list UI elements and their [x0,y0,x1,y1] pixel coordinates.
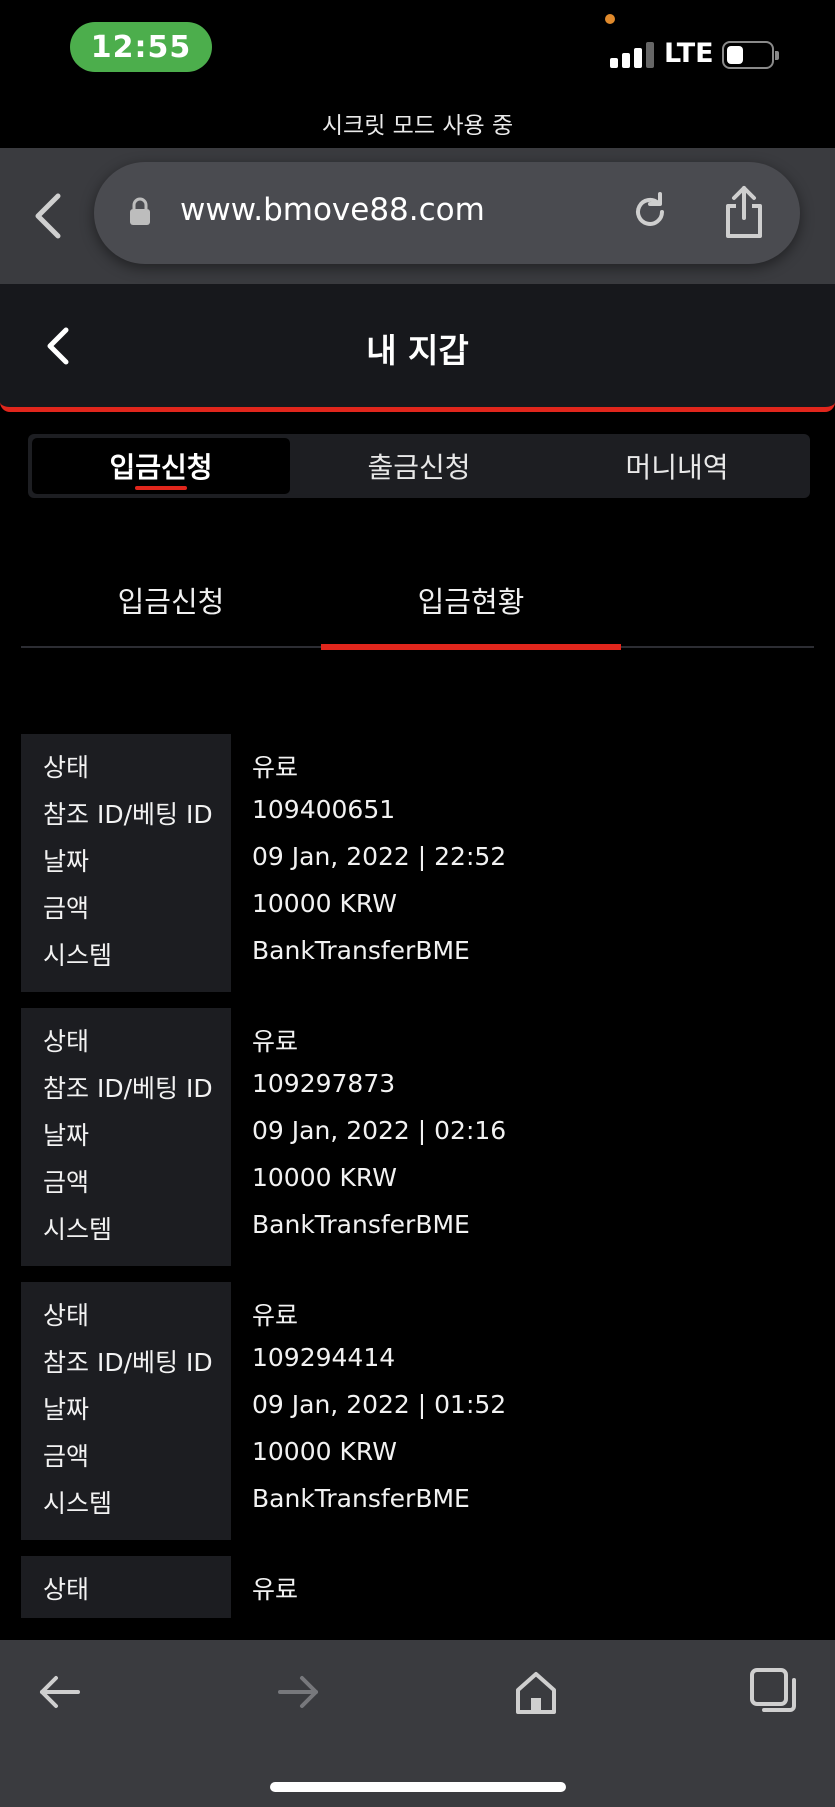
reload-icon[interactable] [628,190,672,234]
arrow-left-icon[interactable] [32,1664,88,1720]
subtab-label: 입금신청 [117,585,225,619]
url-field[interactable]: www.bmove88.com [94,162,800,264]
ref-id-value: 109297873 [252,1069,396,1098]
tab-withdraw-request[interactable]: 출금신청 [290,438,548,494]
ref-id-label: 참조 ID/베팅 ID [43,1348,213,1377]
date-value: 09 Jan, 2022 | 02:16 [252,1116,507,1145]
signal-icon [610,42,656,68]
status-label: 상태 [43,1575,90,1604]
deposit-record: 상태 유료 참조 ID/베팅 ID 109297873 날짜 09 Jan, 2… [21,1008,814,1266]
system-label: 시스템 [43,1215,113,1244]
app-header: 내 지갑 [0,284,835,412]
amount-value: 10000 KRW [252,1437,397,1466]
status-value: 유료 [252,1027,299,1056]
tab-label: 머니내역 [625,451,729,484]
record-row-ref-id: 참조 ID/베팅 ID 109400651 [21,787,814,834]
system-value: BankTransferBME [252,1484,470,1513]
ref-id-value: 109400651 [252,795,396,824]
record-row-date: 날짜 09 Jan, 2022 | 22:52 [21,834,814,881]
tab-label: 입금신청 [109,451,213,484]
record-row-date: 날짜 09 Jan, 2022 | 01:52 [21,1382,814,1429]
network-type: LTE [664,38,714,69]
active-subtab-indicator [321,644,621,650]
lock-icon [130,197,150,225]
deposit-record: 상태 유료 [21,1556,814,1618]
record-row-amount: 금액 10000 KRW [21,1155,814,1202]
system-label: 시스템 [43,941,113,970]
deposit-record: 상태 유료 참조 ID/베팅 ID 109294414 날짜 09 Jan, 2… [21,1282,814,1540]
url-text: www.bmove88.com [180,192,485,228]
amount-label: 금액 [43,894,90,923]
deposit-sub-tabs: 입금신청 입금현황 [21,552,814,650]
record-row-status: 상태 유료 [21,740,814,787]
system-label: 시스템 [43,1489,113,1518]
arrow-right-icon[interactable] [270,1664,326,1720]
status-value: 유료 [252,1301,299,1330]
subtab-label: 입금현황 [417,585,525,619]
privacy-indicator-dot [605,14,615,24]
status-bar: 12:55 LTE [0,0,835,100]
date-value: 09 Jan, 2022 | 01:52 [252,1390,507,1419]
home-icon[interactable] [508,1664,564,1720]
status-value: 유료 [252,1575,299,1604]
date-label: 날짜 [43,1121,90,1150]
record-row-amount: 금액 10000 KRW [21,881,814,928]
page-title: 내 지갑 [366,331,469,370]
record-row-system: 시스템 BankTransferBME [21,1202,814,1249]
ref-id-value: 109294414 [252,1343,396,1372]
record-row-status: 상태 유료 [21,1014,814,1061]
date-value: 09 Jan, 2022 | 22:52 [252,842,507,871]
amount-label: 금액 [43,1168,90,1197]
date-label: 날짜 [43,847,90,876]
page: 12:55 LTE 시크릿 모드 사용 중 www.bmove88.com 내 … [0,0,835,1807]
system-value: BankTransferBME [252,936,470,965]
date-label: 날짜 [43,1395,90,1424]
amount-value: 10000 KRW [252,1163,397,1192]
record-row-ref-id: 참조 ID/베팅 ID 109294414 [21,1335,814,1382]
status-label: 상태 [43,1301,90,1330]
record-row-status: 상태 유료 [21,1288,814,1335]
ref-id-label: 참조 ID/베팅 ID [43,1074,213,1103]
browser-address-bar: www.bmove88.com [0,148,835,284]
subtab-deposit-status[interactable]: 입금현황 [321,552,621,650]
system-value: BankTransferBME [252,1210,470,1239]
wallet-tabs: 입금신청 출금신청 머니내역 [28,434,810,498]
record-row-system: 시스템 BankTransferBME [21,928,814,975]
amount-value: 10000 KRW [252,889,397,918]
tab-money-history[interactable]: 머니내역 [548,438,806,494]
share-icon[interactable] [722,184,766,240]
status-time: 12:55 [70,22,212,72]
record-row-system: 시스템 BankTransferBME [21,1476,814,1523]
deposit-record: 상태 유료 참조 ID/베팅 ID 109400651 날짜 09 Jan, 2… [21,734,814,992]
tabs-icon[interactable] [746,1664,802,1720]
ref-id-label: 참조 ID/베팅 ID [43,800,213,829]
incognito-label: 시크릿 모드 사용 중 [321,113,514,139]
browser-toolbar [0,1640,835,1807]
tab-label: 출금신청 [367,451,471,484]
status-label: 상태 [43,1027,90,1056]
record-row-date: 날짜 09 Jan, 2022 | 02:16 [21,1108,814,1155]
deposit-history-list: 상태 유료 참조 ID/베팅 ID 109400651 날짜 09 Jan, 2… [21,734,814,1618]
chevron-left-icon[interactable] [28,188,68,244]
status-label: 상태 [43,753,90,782]
tab-deposit-request[interactable]: 입금신청 [32,438,290,494]
battery-icon [722,41,779,69]
status-value: 유료 [252,753,299,782]
record-row-status: 상태 유료 [21,1562,814,1609]
amount-label: 금액 [43,1442,90,1471]
active-tab-underline [135,486,187,490]
record-row-ref-id: 참조 ID/베팅 ID 109297873 [21,1061,814,1108]
subtab-deposit-request[interactable]: 입금신청 [21,552,321,648]
record-row-amount: 금액 10000 KRW [21,1429,814,1476]
home-indicator[interactable] [270,1782,566,1792]
